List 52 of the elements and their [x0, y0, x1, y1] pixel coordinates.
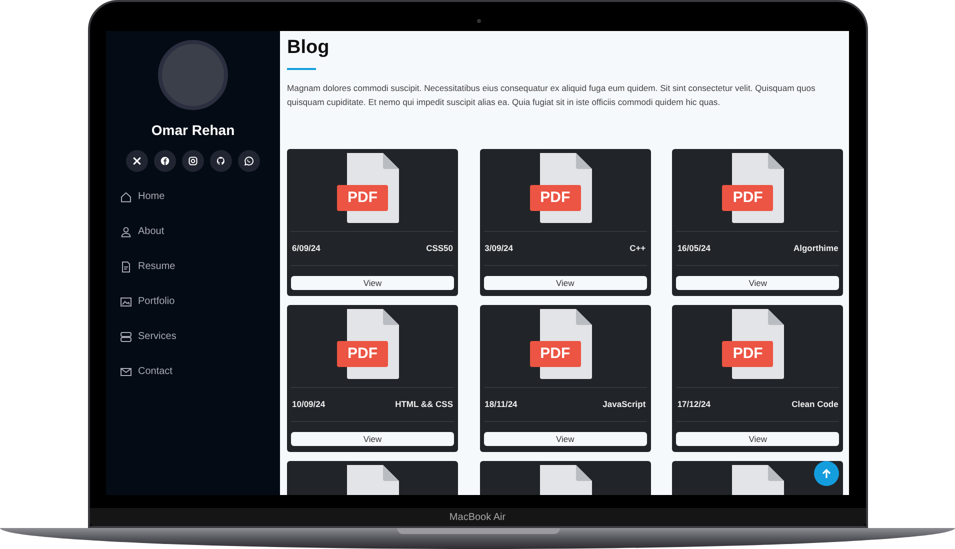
- post-date: 10/09/24: [292, 398, 326, 411]
- nav-link[interactable]: Home: [120, 188, 280, 206]
- arrow-up-icon: [822, 468, 831, 478]
- view-button[interactable]: View: [291, 432, 454, 446]
- post-tag: JavaScript: [602, 398, 646, 411]
- whatsapp-logo-icon: [244, 156, 254, 166]
- view-button[interactable]: View: [484, 432, 647, 446]
- nav-link[interactable]: Contact: [120, 363, 280, 381]
- title-underline: [287, 68, 316, 70]
- file-type-badge: PDF: [337, 185, 388, 211]
- image-icon: [120, 296, 132, 308]
- social-link[interactable]: [210, 150, 232, 172]
- view-button[interactable]: View: [484, 276, 647, 290]
- post-date: 3/09/24: [484, 242, 514, 255]
- nav-link[interactable]: Resume: [120, 258, 280, 276]
- post-date: 6/09/24: [292, 242, 320, 255]
- file-type-badge: PDF: [722, 185, 774, 211]
- file-type-badge: PDF: [530, 341, 581, 367]
- post-tag: CSS50: [426, 242, 453, 255]
- post-tag: Algorthime: [793, 242, 838, 255]
- post-date: 18/11/24: [484, 398, 518, 411]
- document-icon: [120, 261, 132, 273]
- instagram-logo-icon: [188, 156, 198, 166]
- home-icon: [120, 191, 132, 203]
- social-link[interactable]: [182, 150, 204, 172]
- profile-name: Omar Rehan: [151, 121, 235, 140]
- nav-link[interactable]: Portfolio: [120, 293, 280, 311]
- person-icon: [120, 226, 132, 238]
- post-tag: C++: [630, 242, 646, 255]
- nav-link[interactable]: Services: [120, 328, 280, 346]
- nav-link[interactable]: About: [120, 223, 280, 241]
- page-title: Blog: [287, 36, 330, 60]
- facebook-logo-icon: [160, 156, 170, 166]
- x-logo-icon: [132, 156, 142, 166]
- post-date: 17/12/24: [677, 398, 710, 411]
- social-link[interactable]: [154, 150, 176, 172]
- page-description: Magnam dolores commodi suscipit. Necessitatibus eius consequatur ex aliquid fuga eum quidem. Sit sint consectetur velit. Quisquam quos quisquam cupiditate. Et nemo qui impedit suscipit alias ea. Quia fugiat sit in iste officiis commodi quidem hic quas.: [287, 82, 816, 109]
- social-link[interactable]: [238, 150, 260, 172]
- envelope-icon: [120, 366, 132, 378]
- github-logo-icon: [216, 156, 226, 166]
- view-button[interactable]: View: [291, 276, 454, 290]
- post-tag: HTML && CSS: [395, 398, 453, 411]
- post-tag: Clean Code: [792, 398, 838, 411]
- social-link[interactable]: [126, 150, 148, 172]
- view-button[interactable]: View: [676, 432, 840, 446]
- file-type-badge: PDF: [530, 185, 581, 211]
- device-label: MacBook Air: [449, 510, 506, 524]
- server-icon: [120, 331, 132, 343]
- post-date: 16/05/24: [677, 242, 710, 255]
- file-type-badge: PDF: [722, 341, 774, 367]
- file-type-badge: PDF: [337, 341, 388, 367]
- view-button[interactable]: View: [676, 276, 840, 290]
